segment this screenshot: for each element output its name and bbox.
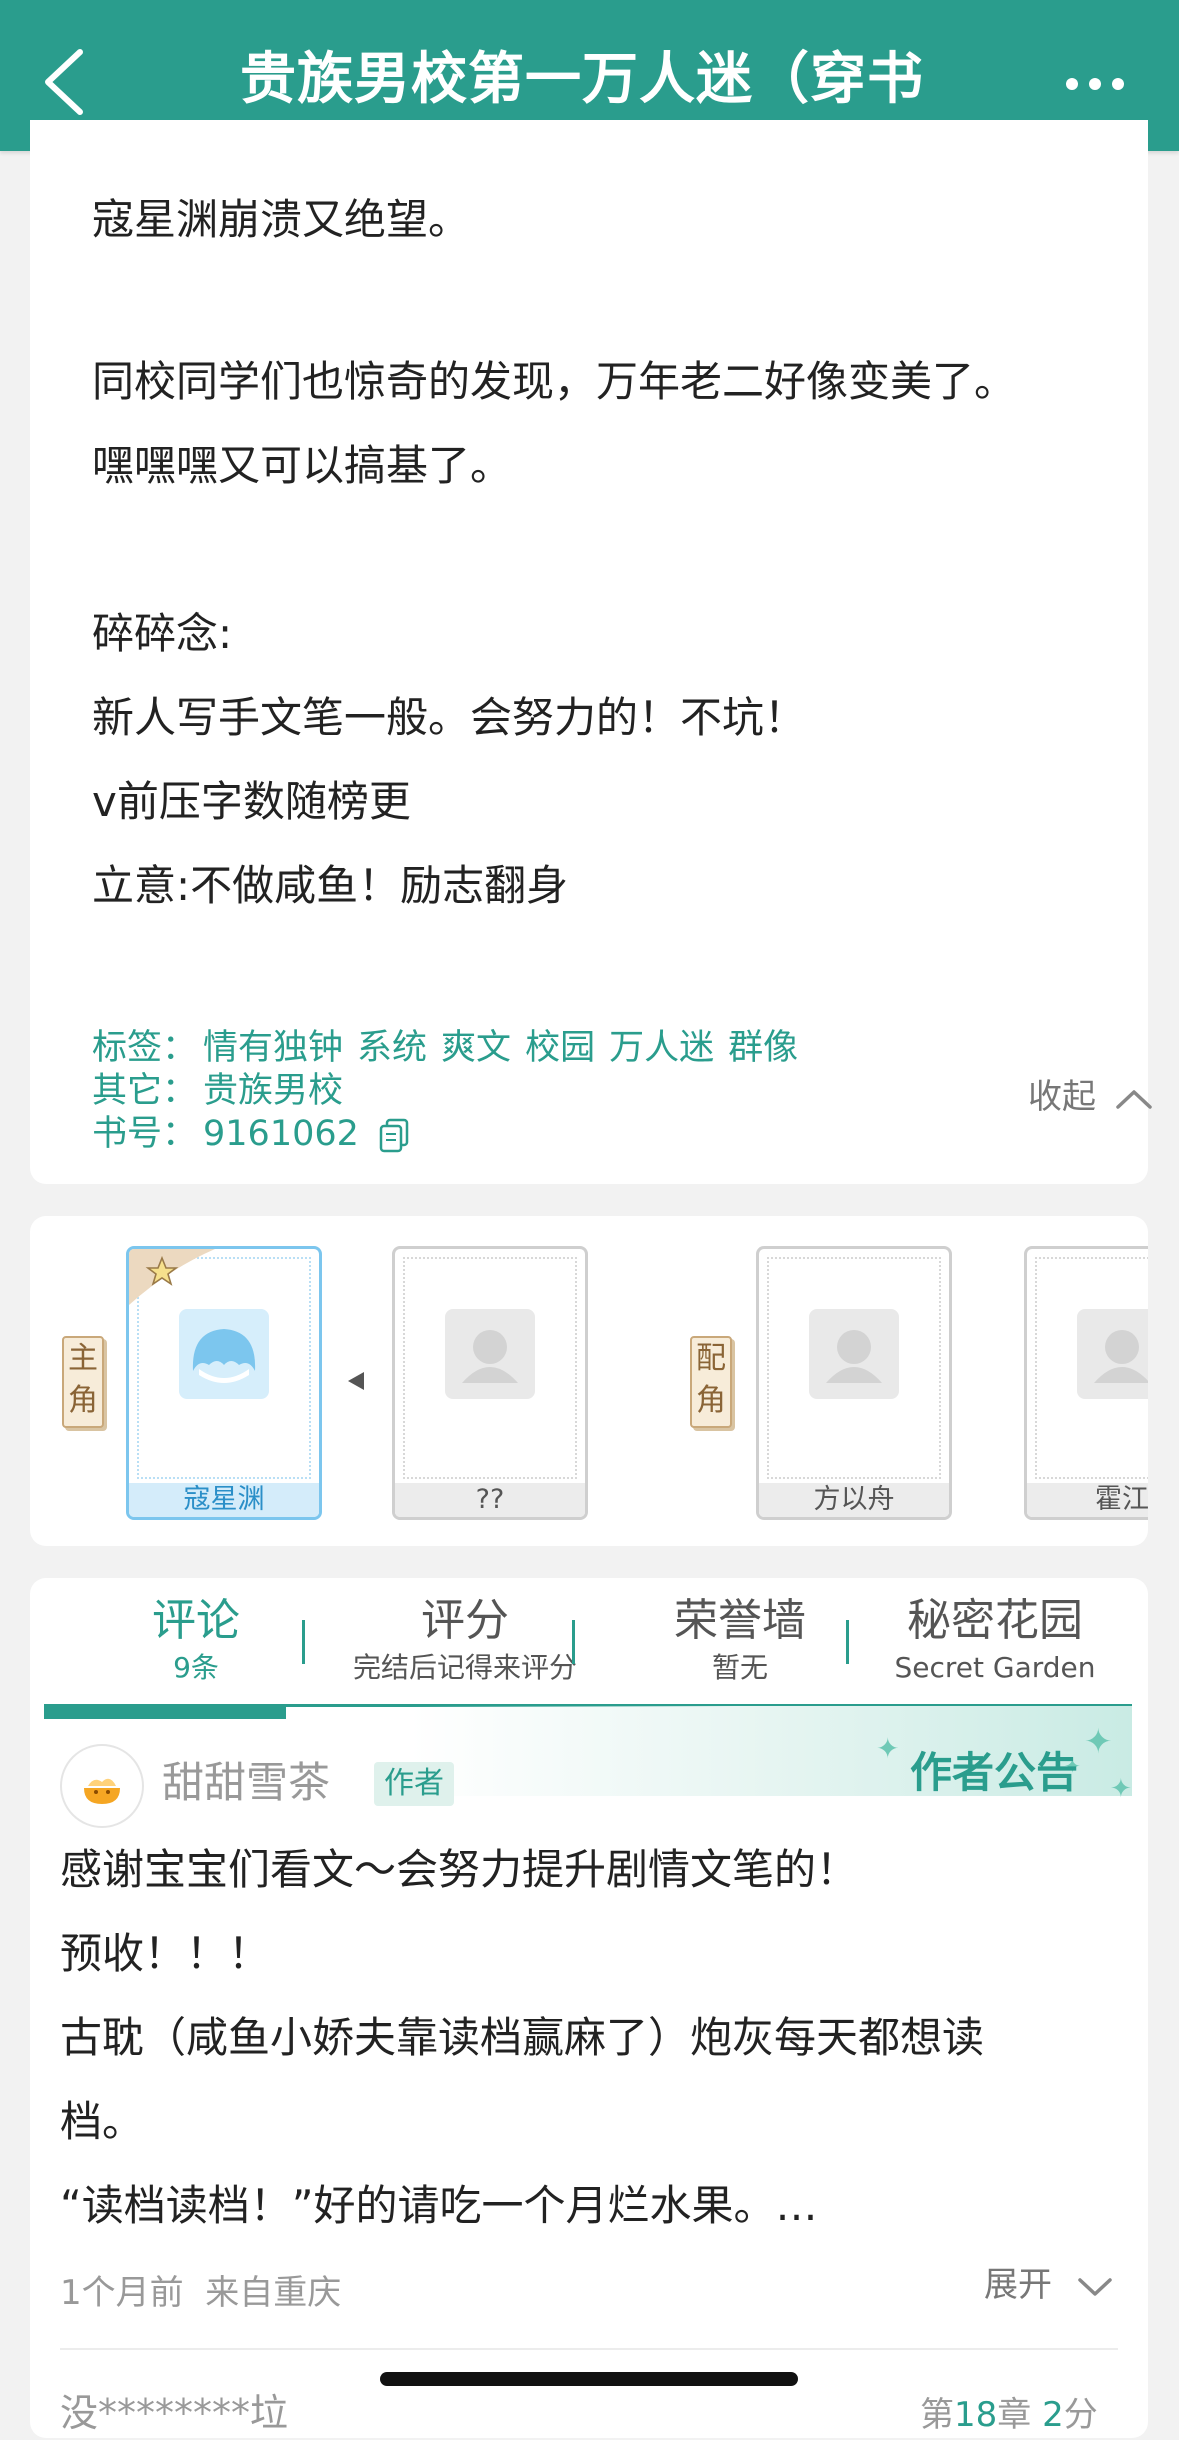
other-value[interactable]: 贵族男校 — [203, 1071, 343, 1111]
tab-subtitle: 9条 — [173, 1651, 219, 1684]
author-badge: 作者 — [374, 1762, 454, 1806]
chevron-down-icon — [1078, 2277, 1112, 2296]
more-icon-dot — [1066, 78, 1078, 90]
page-title: 贵族男校第一万人迷（穿书 — [240, 47, 924, 112]
expand-label: 展开 — [984, 2265, 1052, 2305]
main-role-label: 主角 — [62, 1336, 104, 1428]
tag-item[interactable]: 校园 — [525, 1028, 595, 1068]
post-line: “读档读档！”好的请吃一个月烂水果。… — [60, 2181, 818, 2230]
tag-item[interactable]: 万人迷 — [609, 1028, 714, 1068]
sparkle-icon: ✦ — [876, 1732, 900, 1765]
character-name: 方以舟 — [759, 1483, 949, 1517]
chapter-prefix: 第 — [920, 2395, 954, 2435]
tab-divider — [302, 1620, 305, 1664]
tag-item[interactable]: 群像 — [728, 1028, 798, 1068]
tab-subtitle: 暂无 — [711, 1651, 768, 1684]
tab-divider — [572, 1620, 575, 1664]
intro-line: 立意:不做咸鱼！励志翻身 — [92, 861, 569, 910]
author-avatar[interactable] — [60, 1744, 144, 1828]
collapse-label: 收起 — [1028, 1077, 1096, 1117]
post-line: 感谢宝宝们看文～会努力提升剧情文笔的！ — [60, 1845, 859, 1894]
tab-subtitle: Secret Garden — [894, 1651, 1096, 1684]
collapse-button[interactable]: 收起 — [1028, 1072, 1153, 1122]
support-role-label: 配角 — [690, 1336, 732, 1428]
character-name: ?? — [395, 1483, 585, 1517]
star-icon — [129, 1249, 215, 1305]
book-number-value: 9161062 — [203, 1114, 359, 1154]
sparkle-icon: ✦ — [1110, 1774, 1132, 1804]
character-name: 寇星渊 — [129, 1483, 319, 1517]
tab-comments[interactable]: 评论 9条 — [86, 1592, 306, 1686]
tag-item[interactable]: 系统 — [357, 1028, 427, 1068]
character-card[interactable]: 方以舟 — [756, 1246, 952, 1520]
tab-honor-wall[interactable]: 荣誉墙 暂无 — [600, 1592, 880, 1686]
tags-label: 标签： — [92, 1028, 198, 1068]
post-line: 古耽（咸鱼小娇夫靠读档赢麻了）炮灰每天都想读 — [60, 2013, 985, 2062]
character-card[interactable]: 霍江 — [1024, 1246, 1148, 1520]
intro-line: 同校同学们也惊奇的发现，万年老二好像变美了。 — [92, 357, 1017, 406]
comment-chapter-score: 第18章 2分 — [920, 2390, 1098, 2440]
post-meta: 1个月前 来自重庆 — [60, 2268, 341, 2318]
chapter-suffix: 章 — [997, 2395, 1043, 2435]
character-avatar-placeholder — [809, 1309, 899, 1399]
character-list-card: 主角 寇星渊 ?? 配角 方以舟 霍江 — [30, 1216, 1148, 1546]
author-name[interactable]: 甜甜雪茶 — [162, 1756, 330, 1810]
intro-line: 嘿嘿嘿又可以搞基了。 — [92, 441, 513, 490]
comment-username[interactable]: 没********垃 — [60, 2388, 288, 2438]
divider — [60, 2348, 1118, 2350]
chevron-up-icon — [1116, 1089, 1152, 1109]
more-icon-dot — [1112, 78, 1124, 90]
intro-line: 碎碎念: — [92, 609, 233, 658]
chevron-left-icon — [45, 49, 83, 115]
book-intro-card: 寇星渊崩溃又绝望。 同校同学们也惊奇的发现，万年老二好像变美了。 嘿嘿嘿又可以搞… — [30, 120, 1152, 1184]
triangle-left-icon — [348, 1372, 364, 1390]
score-suffix: 分 — [1063, 2395, 1098, 2435]
other-row: 其它： 贵族男校 — [92, 1069, 343, 1113]
tab-title: 秘密花园 — [907, 1595, 1083, 1646]
author-notice-label: 作者公告 — [910, 1748, 1079, 1797]
comments-card: 评论 9条 评分 完结后记得来评分 荣誉墙 暂无 秘密花园 Secret Gar… — [30, 1578, 1148, 2438]
book-number-row: 书号： 9161062 — [92, 1112, 410, 1156]
post-location: 来自重庆 — [205, 2273, 342, 2313]
home-indicator[interactable] — [380, 2372, 798, 2386]
more-options-button[interactable] — [1060, 60, 1130, 104]
tab-title: 评论 — [152, 1595, 240, 1646]
character-avatar — [179, 1309, 269, 1399]
copy-icon[interactable] — [378, 1117, 410, 1153]
tag-item[interactable]: 情有独钟 — [203, 1028, 343, 1068]
intro-line: 新人写手文笔一般。会努力的！不坑！ — [92, 693, 807, 742]
chapter-number[interactable]: 18 — [954, 2395, 997, 2435]
post-time: 1个月前 — [60, 2273, 184, 2313]
tab-title: 荣誉墙 — [674, 1595, 806, 1646]
intro-line: v前压字数随榜更 — [92, 777, 411, 826]
book-number-label: 书号： — [92, 1114, 198, 1154]
character-avatar-placeholder — [445, 1309, 535, 1399]
tag-item[interactable]: 爽文 — [441, 1028, 511, 1068]
tab-secret-garden[interactable]: 秘密花园 Secret Garden — [860, 1592, 1130, 1686]
post-line: 档。 — [60, 2097, 145, 2146]
expand-button[interactable]: 展开 — [984, 2260, 1113, 2310]
more-icon-dot — [1089, 78, 1101, 90]
comment-score: 2 — [1042, 2395, 1064, 2435]
back-button[interactable] — [38, 44, 98, 119]
tab-divider — [846, 1620, 849, 1664]
character-card[interactable]: ?? — [392, 1246, 588, 1520]
tags-row: 标签： 情有独钟 系统 爽文 校园 万人迷 群像 — [92, 1026, 812, 1070]
sparkle-icon: ✦ — [1084, 1722, 1113, 1762]
character-name: 霍江 — [1027, 1483, 1148, 1517]
post-line: 预收！！！ — [60, 1929, 271, 1978]
character-card[interactable]: 寇星渊 — [126, 1246, 322, 1520]
intro-line: 寇星渊崩溃又绝望。 — [92, 195, 471, 244]
other-label: 其它： — [92, 1071, 198, 1111]
character-avatar-placeholder — [1077, 1309, 1148, 1399]
active-tab-indicator — [44, 1706, 286, 1719]
